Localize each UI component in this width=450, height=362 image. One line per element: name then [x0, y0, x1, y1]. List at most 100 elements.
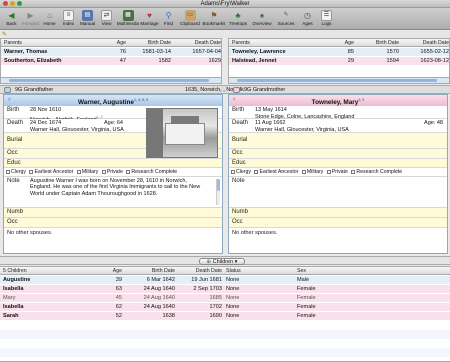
numb-field[interactable]: Numb [4, 208, 222, 218]
title-bar: Adams\Fry\Walker [0, 0, 450, 8]
burial-field[interactable]: Burial [229, 133, 447, 149]
private-checkbox[interactable] [101, 169, 106, 174]
manual-icon: ▤ [82, 10, 93, 21]
table-row[interactable]: Towneley, Lawrence 85 1570 1655-02-12 [229, 48, 449, 56]
bookmarks-button[interactable]: ⚑ Bookmarks [202, 8, 226, 30]
educ-field[interactable]: Educ [229, 159, 447, 168]
home-button[interactable]: ⌂ Home [40, 8, 59, 30]
note-text: Augustine Warner I was born on November … [30, 178, 201, 197]
tree-icon: ♣ [235, 11, 241, 20]
zoom-icon[interactable] [17, 1, 22, 6]
multimedia-button[interactable]: ▦ Multimedia [116, 8, 140, 30]
ages-button[interactable]: ◷ Ages [298, 8, 317, 30]
back-button[interactable]: ◀ Back [2, 8, 21, 30]
occ2-field[interactable]: Occ [229, 218, 447, 228]
overview-button[interactable]: ♠ Overview [250, 8, 274, 30]
minimize-icon[interactable] [10, 1, 15, 6]
table-row[interactable]: Warner, Thomas 76 1581-03-14 1657-04-04 [1, 48, 221, 56]
horizontal-scrollbar[interactable] [229, 77, 449, 83]
note-field[interactable]: Note [229, 177, 447, 208]
find-button[interactable]: ⚲ Find [159, 8, 178, 30]
edit-strip: ✎ [0, 31, 450, 38]
empty-rows [0, 321, 450, 361]
table-header: Parents Age Birth Date Death Date [1, 39, 221, 47]
occ-field[interactable]: Occ [229, 149, 447, 159]
husband-parents-table: Parents Age Birth Date Death Date Warner… [0, 38, 222, 84]
window-controls [3, 1, 22, 6]
table-header: 5 Children Age Birth Date Death Date Sta… [0, 267, 450, 275]
research-complete-checkbox[interactable] [126, 169, 131, 174]
clergy-checkbox[interactable] [231, 169, 235, 174]
view-icon: ⇄ [101, 10, 112, 21]
portrait-photo[interactable] [146, 108, 218, 158]
sources-button[interactable]: ✎ Sources [274, 8, 298, 30]
treetops-button[interactable]: ♣ Treetops [226, 8, 250, 30]
flags-row: Clergy Earliest Ancestor Military Privat… [229, 168, 447, 177]
table-row[interactable]: Halstead, Jennet 29 1594 1623-08-12 [229, 57, 449, 65]
marriage-button[interactable]: ♥ Marriage [140, 8, 159, 30]
other-spouses: No other spouses. [4, 228, 222, 253]
back-arrow-icon: ◀ [8, 11, 15, 20]
table-row[interactable]: Isabella 62 24 Aug 1640 1702 None Female [0, 303, 450, 311]
children-table: 5 Children Age Birth Date Death Date Sta… [0, 266, 450, 362]
manual-button[interactable]: ▤ Manual [78, 8, 97, 30]
military-checkbox[interactable] [301, 169, 306, 174]
table-row[interactable]: Isabella 63 24 Aug 1640 2 Sep 1703 None … [0, 285, 450, 293]
scrollbar-thumb[interactable] [9, 79, 209, 82]
earliest-ancestor-checkbox[interactable] [254, 169, 259, 174]
scrollbar-thumb[interactable] [237, 79, 437, 82]
flags-row: Clergy Earliest Ancestor Military Privat… [4, 168, 222, 177]
birth-field[interactable]: Birth 13 May 1614 Stone Edge, Colne, Lanc… [229, 106, 447, 120]
ages-icon: ◷ [304, 11, 311, 20]
view-button[interactable]: ⇄ View [97, 8, 116, 30]
table-row[interactable]: Southerton, Elizabeth 47 1582 1629 [1, 57, 221, 65]
research-complete-checkbox[interactable] [351, 169, 356, 174]
index-icon: ≡ [63, 10, 74, 21]
military-checkbox[interactable] [76, 169, 81, 174]
forward-arrow-icon: ▶ [27, 11, 34, 20]
multimedia-icon: ▦ [122, 10, 134, 21]
roof-shape [171, 116, 199, 124]
bookmarks-icon: ⚑ [210, 11, 218, 20]
app-window: Adams\Fry\Walker ◀ Back ▶ Forward ⌂ Home ≡ I… [0, 0, 450, 362]
husband-name-header[interactable]: ♂ Warner, Augustine1, 4, 5, 3 [4, 95, 222, 106]
tree-shape [147, 109, 163, 157]
other-spouses: No other spouses. [229, 228, 447, 253]
numb-field[interactable]: Numb [229, 208, 447, 218]
sources-icon: ✎ [283, 12, 289, 18]
table-row[interactable]: Augustine 39 6 Mar 1642 19 Jun 1681 None… [0, 276, 450, 284]
close-icon[interactable] [3, 1, 8, 6]
wife-parents-table: Parents Age Birth Date Death Date Townel… [228, 38, 450, 84]
death-field[interactable]: Death 11 Aug 1662 Warner Hall, Gloucester… [229, 119, 447, 133]
note-scrollbar[interactable] [216, 179, 220, 205]
occ2-field[interactable]: Occ [4, 218, 222, 228]
wife-name-header[interactable]: ♀ Towneley, Mary2, 3 [229, 95, 447, 106]
table-header: Parents Age Birth Date Death Date [229, 39, 449, 47]
generation-bar: 9G Grandfather 1635, Norwich, , Norfolk … [0, 85, 450, 94]
find-icon: ⚲ [165, 11, 172, 20]
horizontal-scrollbar[interactable] [1, 77, 221, 83]
earliest-ancestor-checkbox[interactable] [29, 169, 34, 174]
pencil-icon[interactable]: ✎ [2, 31, 7, 38]
scrollbar-thumb[interactable] [217, 179, 220, 191]
overview-icon: ♠ [259, 11, 265, 20]
children-button[interactable]: ⊕ Children ▾ [199, 258, 245, 265]
female-symbol-icon: ♀ [232, 97, 237, 103]
clipboard-button[interactable]: ▭ Clipboard [178, 8, 202, 30]
private-checkbox[interactable] [326, 169, 331, 174]
note-field[interactable]: Note Augustine Warner I was born on Nove… [4, 177, 222, 208]
logs-button[interactable]: ☰ Logs [317, 8, 336, 30]
clergy-checkbox[interactable] [6, 169, 10, 174]
clipboard-icon: ▭ [184, 10, 196, 21]
wife-gender-icon [233, 87, 240, 93]
forward-button[interactable]: ▶ Forward [21, 8, 40, 30]
house-image [165, 123, 205, 145]
husband-gender-icon [4, 87, 11, 93]
marriage-icon: ♥ [147, 11, 152, 20]
table-row[interactable]: Mary 45 24 Aug 1640 1685 None Female [0, 294, 450, 302]
educ-field[interactable]: Educ [4, 159, 222, 168]
husband-card: ♂ Warner, Augustine1, 4, 5, 3 Birth 28 N… [3, 94, 223, 254]
chevron-down-icon: ▾ [233, 259, 238, 265]
table-row[interactable]: Sarah 52 1638 1690 None Female [0, 312, 450, 320]
index-button[interactable]: ≡ Index [59, 8, 78, 30]
